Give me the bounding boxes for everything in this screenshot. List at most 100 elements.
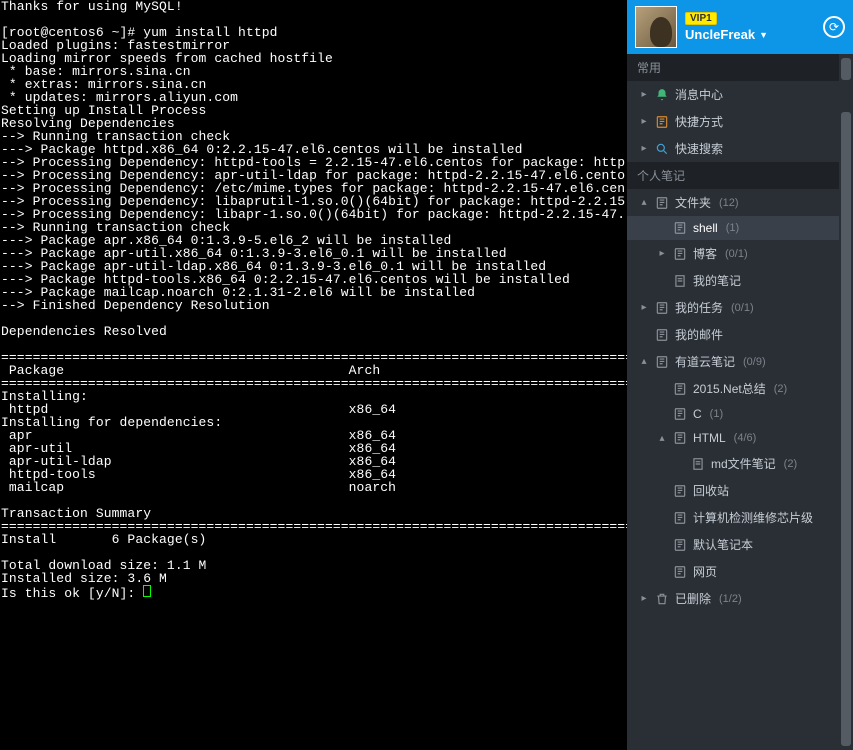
- terminal-line: mailcap noarch: [1, 481, 626, 494]
- chevron-down-icon: ▼: [759, 30, 768, 40]
- note-icon: [673, 511, 687, 525]
- tree-item-6[interactable]: ▴ 有道云笔记 (0/9): [627, 348, 853, 375]
- terminal-line: Dependencies Resolved: [1, 325, 626, 338]
- caret-icon: ▸: [639, 89, 649, 100]
- item-label: 我的笔记: [693, 272, 741, 289]
- item-label: C: [693, 407, 702, 421]
- item-label: 已删除: [675, 590, 711, 607]
- terminal-line: --> Finished Dependency Resolution: [1, 299, 626, 312]
- caret-icon: ▸: [639, 302, 649, 313]
- terminal-prompt-line: Is this ok [y/N]:: [1, 585, 626, 598]
- note-icon: [673, 538, 687, 552]
- scrollbar-thumb-top[interactable]: [841, 58, 851, 80]
- item-label: 我的任务: [675, 299, 723, 316]
- sidebar-header: VIP1 UncleFreak ▼ ⟳: [627, 0, 853, 54]
- item-label: md文件笔记: [711, 455, 776, 472]
- note-icon: [673, 565, 687, 579]
- terminal-line: Install 6 Package(s): [1, 533, 626, 546]
- terminal-cursor: [143, 585, 151, 597]
- username-dropdown[interactable]: UncleFreak ▼: [685, 27, 768, 42]
- note-icon: [655, 355, 669, 369]
- note-icon: [673, 431, 687, 445]
- item-label: 快捷方式: [675, 113, 723, 130]
- sidebar-body: 常用 ▸ 消息中心 ▸ 快捷方式 ▸ 快速搜索 个人笔记 ▴ 文件夹 (12)shell (1)…: [627, 54, 853, 750]
- item-label: HTML: [693, 431, 726, 445]
- item-label: 快速搜索: [675, 140, 723, 157]
- item-label: 博客: [693, 245, 717, 262]
- item-label: shell: [693, 221, 718, 235]
- trash-icon: [655, 592, 669, 606]
- item-count: (1): [726, 222, 739, 234]
- caret-icon: ▸: [639, 143, 649, 154]
- tree-item-14[interactable]: 网页: [627, 558, 853, 585]
- tree-item-13[interactable]: 默认笔记本: [627, 531, 853, 558]
- item-count: (1): [710, 408, 723, 420]
- note-icon: [655, 115, 669, 129]
- tree-item-8[interactable]: C (1): [627, 402, 853, 426]
- avatar[interactable]: [635, 6, 677, 48]
- terminal-rule: ========================================…: [1, 377, 626, 390]
- tree-item-5[interactable]: 我的邮件: [627, 321, 853, 348]
- note-icon: [673, 221, 687, 235]
- page-icon: [673, 274, 687, 288]
- tree-item-4[interactable]: ▸ 我的任务 (0/1): [627, 294, 853, 321]
- caret-icon: ▴: [639, 356, 649, 367]
- item-label: 2015.Net总结: [693, 380, 766, 397]
- item-count: (1/2): [719, 593, 742, 605]
- item-label: 有道云笔记: [675, 353, 735, 370]
- item-label: 文件夹: [675, 194, 711, 211]
- username-label: UncleFreak: [685, 27, 755, 42]
- search-icon: [655, 142, 669, 156]
- item-count: (4/6): [734, 432, 757, 444]
- caret-icon: ▸: [657, 248, 667, 259]
- section-personal: 个人笔记: [627, 162, 853, 189]
- tree-item-15[interactable]: ▸ 已删除 (1/2): [627, 585, 853, 612]
- tree-item-0[interactable]: ▴ 文件夹 (12): [627, 189, 853, 216]
- common-item-1[interactable]: ▸ 快捷方式: [627, 108, 853, 135]
- caret-icon: ▸: [639, 116, 649, 127]
- terminal-output[interactable]: Thanks for using MySQL![root@centos6 ~]#…: [0, 0, 627, 750]
- tree-item-11[interactable]: 回收站: [627, 477, 853, 504]
- tree-item-12[interactable]: 计算机检测维修芯片级: [627, 504, 853, 531]
- item-count: (2): [784, 458, 797, 470]
- item-label: 网页: [693, 563, 717, 580]
- notes-sidebar: VIP1 UncleFreak ▼ ⟳ 常用 ▸ 消息中心 ▸ 快捷方式 ▸ 快速搜索 个…: [627, 0, 853, 750]
- item-label: 默认笔记本: [693, 536, 753, 553]
- item-count: (2): [774, 383, 787, 395]
- caret-icon: ▸: [639, 593, 649, 604]
- sidebar-scrollbar[interactable]: [839, 54, 853, 750]
- item-count: (0/1): [731, 302, 754, 314]
- common-item-2[interactable]: ▸ 快速搜索: [627, 135, 853, 162]
- note-icon: [673, 407, 687, 421]
- item-label: 消息中心: [675, 86, 723, 103]
- tree-item-7[interactable]: 2015.Net总结 (2): [627, 375, 853, 402]
- tree-item-1[interactable]: shell (1): [627, 216, 853, 240]
- refresh-button[interactable]: ⟳: [823, 16, 845, 38]
- scrollbar-thumb[interactable]: [841, 112, 851, 746]
- tree-item-2[interactable]: ▸ 博客 (0/1): [627, 240, 853, 267]
- tree-item-10[interactable]: md文件笔记 (2): [627, 450, 853, 477]
- item-count: (0/9): [743, 356, 766, 368]
- note-icon: [673, 484, 687, 498]
- item-count: (0/1): [725, 248, 748, 260]
- item-label: 回收站: [693, 482, 729, 499]
- item-label: 计算机检测维修芯片级: [693, 509, 813, 526]
- section-common: 常用: [627, 54, 853, 81]
- common-item-0[interactable]: ▸ 消息中心: [627, 81, 853, 108]
- page-icon: [691, 457, 705, 471]
- item-label: 我的邮件: [675, 326, 723, 343]
- terminal-line: Thanks for using MySQL!: [1, 0, 626, 13]
- caret-icon: ▴: [639, 197, 649, 208]
- note-icon: [655, 196, 669, 210]
- tree-item-9[interactable]: ▴ HTML (4/6): [627, 426, 853, 450]
- note-icon: [655, 328, 669, 342]
- tree-item-3[interactable]: 我的笔记: [627, 267, 853, 294]
- item-count: (12): [719, 197, 739, 209]
- vip-badge: VIP1: [685, 12, 717, 25]
- note-icon: [655, 301, 669, 315]
- bell-icon: [655, 88, 669, 102]
- note-icon: [673, 247, 687, 261]
- caret-icon: ▴: [657, 433, 667, 444]
- note-icon: [673, 382, 687, 396]
- refresh-icon: ⟳: [829, 20, 839, 34]
